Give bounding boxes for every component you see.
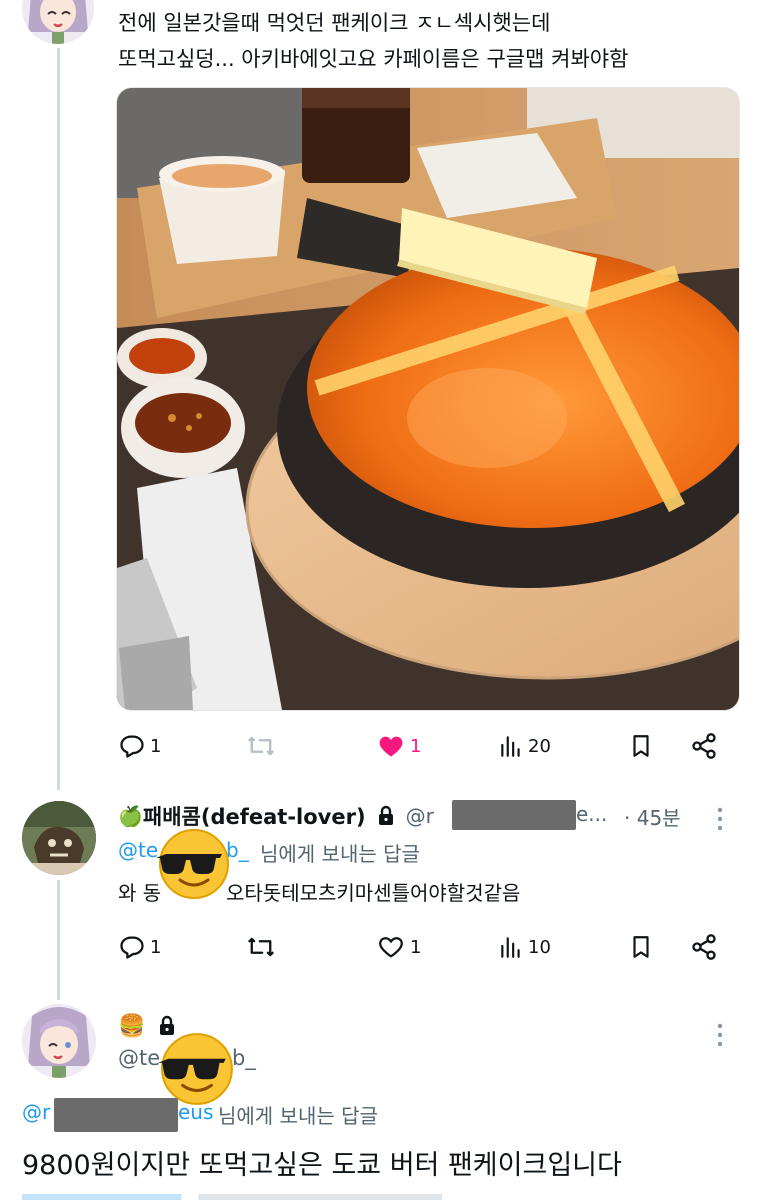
reply-button[interactable]: 1 — [118, 927, 161, 967]
redacted-handle — [54, 1098, 178, 1132]
reply-to-suffix: 님에게 보내는 답글 — [260, 842, 420, 866]
post-text-start: 와 동 — [118, 881, 162, 905]
post-text-end: 오타돗테모츠키마센틀어야할것같음 — [226, 881, 521, 905]
views-button[interactable]: 10 — [498, 927, 551, 967]
thread-line — [57, 48, 60, 790]
post-actions: 1 1 10 — [118, 927, 728, 967]
name-emoji: 🍏 — [118, 804, 143, 828]
like-count: 1 — [410, 735, 422, 757]
reply-to-handle-end[interactable]: eus — [178, 1100, 213, 1124]
main-post-text: 9800원이지만 또먹고싶은 도쿄 버터 팬케이크입니다 — [22, 1150, 622, 1181]
reply-to-suffix: 님에게 보내는 답글 — [218, 1104, 378, 1128]
heart-icon — [379, 937, 403, 958]
share-button[interactable] — [690, 927, 718, 967]
bookmark-button[interactable] — [628, 726, 654, 766]
like-button[interactable]: 1 — [376, 726, 421, 766]
cut-off-line — [22, 1194, 442, 1200]
reply-to-handle[interactable]: @te — [118, 838, 158, 862]
post-text-line: 또먹고싶덩... 아키바에잇고요 카페이름은 구글맵 켜봐야함 — [118, 47, 629, 71]
more-icon — [717, 1023, 723, 1047]
sunglasses-emoji-sticker — [156, 826, 232, 906]
reply-icon — [120, 936, 144, 959]
handle[interactable]: @r — [406, 804, 434, 828]
post-text: 와 동 — [118, 876, 161, 910]
retweet-button[interactable] — [246, 726, 276, 766]
reply-icon — [120, 735, 144, 758]
share-icon — [692, 733, 716, 759]
thread-line — [57, 880, 60, 1000]
reply-count: 1 — [150, 735, 162, 757]
redacted-handle — [452, 800, 576, 830]
views-icon — [501, 736, 520, 757]
avatar[interactable] — [22, 0, 94, 44]
views-icon — [501, 937, 520, 958]
post-text-line: 전에 일본갓을때 먹엇던 팬케이크 ㅈㄴ섹시햇는데 — [118, 11, 551, 35]
share-icon — [692, 934, 716, 960]
views-count: 20 — [528, 735, 551, 757]
heart-icon — [379, 736, 403, 757]
more-icon — [717, 807, 723, 831]
reply-button[interactable]: 1 — [118, 726, 161, 766]
avatar[interactable] — [22, 1004, 96, 1078]
name-emoji[interactable]: 🍔 — [118, 1014, 145, 1039]
like-count: 1 — [410, 936, 422, 958]
share-button[interactable] — [690, 726, 718, 766]
bookmark-icon — [633, 735, 649, 757]
timestamp[interactable]: · 45분 — [624, 802, 681, 831]
lock-icon — [378, 805, 393, 825]
views-count: 10 — [528, 936, 551, 958]
more-button[interactable] — [716, 806, 724, 836]
post-actions: 1 1 20 — [118, 726, 728, 766]
post-photo[interactable] — [116, 87, 740, 711]
handle[interactable]: @te — [118, 1046, 160, 1070]
bookmark-icon — [633, 936, 649, 958]
retweet-button[interactable] — [246, 927, 276, 967]
more-button[interactable] — [716, 1022, 724, 1052]
reply-to-handle[interactable]: @r — [22, 1100, 50, 1124]
like-button[interactable]: 1 — [376, 927, 421, 967]
avatar[interactable] — [22, 801, 96, 875]
reply-count: 1 — [150, 936, 162, 958]
handle-tail: e... — [576, 802, 608, 826]
reply-context: @te — [118, 838, 158, 862]
views-button[interactable]: 20 — [498, 726, 551, 766]
bookmark-button[interactable] — [628, 927, 654, 967]
retweet-icon — [248, 736, 274, 756]
retweet-icon — [248, 937, 274, 957]
